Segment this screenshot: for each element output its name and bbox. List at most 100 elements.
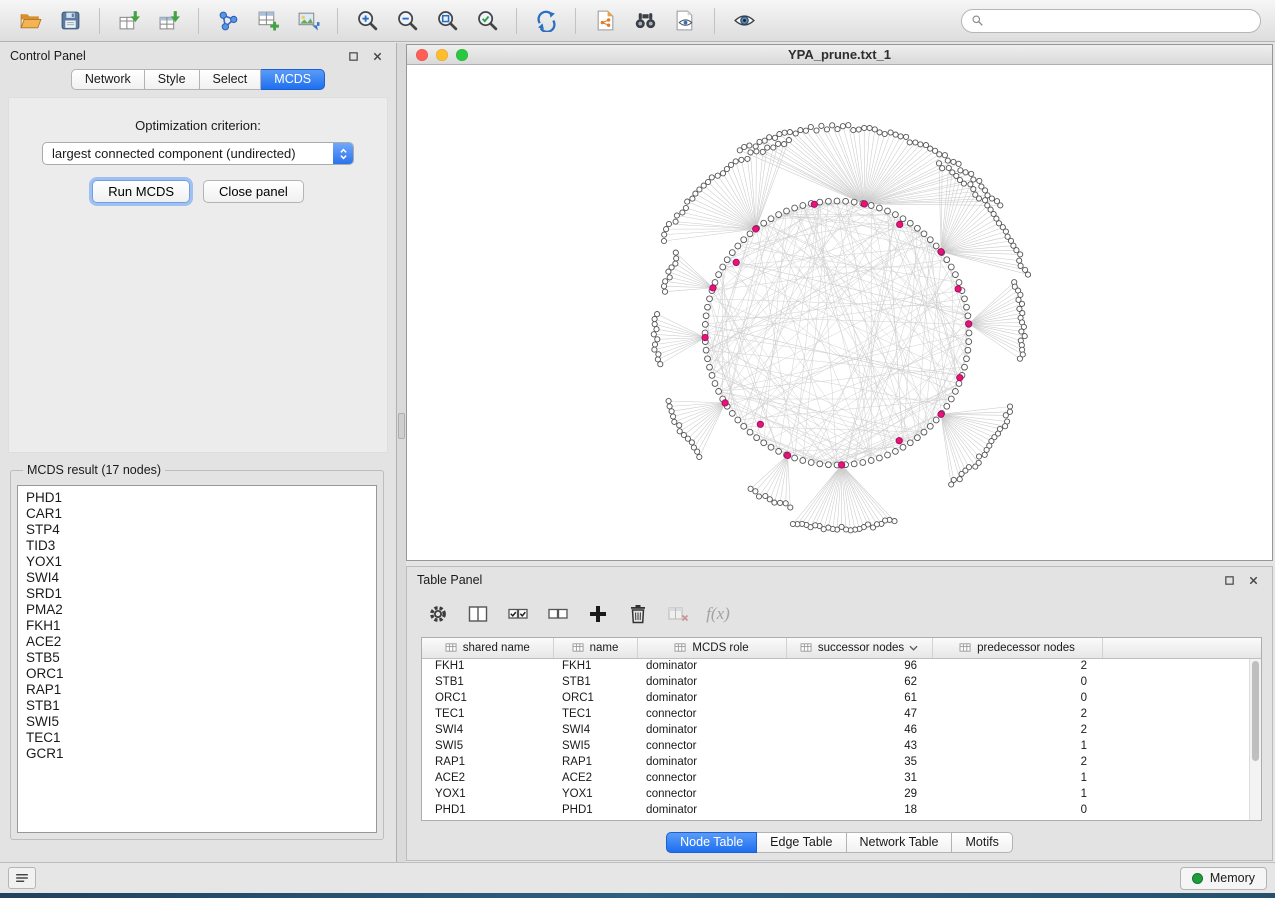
cell-name[interactable]: SWI4 [553, 722, 637, 738]
cell-mcds-role[interactable]: connector [637, 738, 786, 754]
column-selector-icon[interactable] [463, 600, 493, 628]
mcds-node-item[interactable]: STB1 [26, 698, 376, 714]
memory-button[interactable]: Memory [1180, 867, 1267, 890]
cell-shared-name[interactable]: YOX1 [422, 786, 553, 802]
mcds-node-item[interactable]: FKH1 [26, 618, 376, 634]
cell-name[interactable]: ACE2 [553, 770, 637, 786]
cell-successor-nodes[interactable]: 47 [786, 706, 932, 722]
open-session-icon[interactable] [10, 5, 50, 37]
cell-predecessor-nodes[interactable]: 2 [932, 658, 1102, 674]
cell-shared-name[interactable]: ACE2 [422, 770, 553, 786]
tab-network-table[interactable]: Network Table [847, 832, 953, 853]
tab-node-table[interactable]: Node Table [666, 832, 757, 853]
mcds-node-item[interactable]: SWI4 [26, 570, 376, 586]
cell-predecessor-nodes[interactable]: 1 [932, 770, 1102, 786]
tab-select[interactable]: Select [200, 69, 262, 90]
tab-mcds[interactable]: MCDS [261, 69, 325, 90]
cell-mcds-role[interactable]: dominator [637, 802, 786, 818]
close-window-button[interactable] [416, 49, 428, 61]
column-header-successor-nodes[interactable]: successor nodes [786, 638, 932, 658]
mcds-node-item[interactable]: TEC1 [26, 730, 376, 746]
mcds-node-item[interactable]: PMA2 [26, 602, 376, 618]
cell-shared-name[interactable]: TEC1 [422, 706, 553, 722]
cell-predecessor-nodes[interactable]: 1 [932, 738, 1102, 754]
network-graph[interactable] [407, 65, 1272, 560]
import-network-file-icon[interactable] [109, 5, 149, 37]
cell-mcds-role[interactable]: connector [637, 770, 786, 786]
column-header-name[interactable]: name [553, 638, 637, 658]
cell-predecessor-nodes[interactable]: 2 [932, 722, 1102, 738]
cell-shared-name[interactable]: SWI4 [422, 722, 553, 738]
cell-mcds-role[interactable]: dominator [637, 674, 786, 690]
cell-successor-nodes[interactable]: 31 [786, 770, 932, 786]
table-row[interactable]: RAP1RAP1dominator352 [422, 754, 1261, 770]
table-row[interactable]: YOX1YOX1connector291 [422, 786, 1261, 802]
delete-row-icon[interactable] [623, 600, 653, 628]
splitter-handle[interactable] [398, 413, 405, 439]
network-canvas[interactable] [407, 65, 1272, 560]
cell-successor-nodes[interactable]: 43 [786, 738, 932, 754]
toggle-graphics-icon[interactable] [724, 5, 764, 37]
cell-name[interactable]: TEC1 [553, 706, 637, 722]
cell-name[interactable]: PHD1 [553, 802, 637, 818]
cell-successor-nodes[interactable]: 35 [786, 754, 932, 770]
table-row[interactable]: TEC1TEC1connector472 [422, 706, 1261, 722]
deselect-all-icon[interactable] [543, 600, 573, 628]
cell-shared-name[interactable]: STB1 [422, 674, 553, 690]
mcds-node-item[interactable]: TID3 [26, 538, 376, 554]
cell-name[interactable]: STB1 [553, 674, 637, 690]
zoom-out-icon[interactable] [387, 5, 427, 37]
cell-name[interactable]: ORC1 [553, 690, 637, 706]
cell-mcds-role[interactable]: dominator [637, 754, 786, 770]
search-input[interactable] [990, 14, 1251, 28]
cell-name[interactable]: YOX1 [553, 786, 637, 802]
column-header-shared-name[interactable]: shared name [422, 638, 553, 658]
run-mcds-button[interactable]: Run MCDS [92, 180, 190, 203]
close-panel-button[interactable]: Close panel [203, 180, 304, 203]
new-network-icon[interactable] [208, 5, 248, 37]
tab-edge-table[interactable]: Edge Table [757, 832, 846, 853]
mcds-node-item[interactable]: SRD1 [26, 586, 376, 602]
cell-successor-nodes[interactable]: 18 [786, 802, 932, 818]
cell-shared-name[interactable]: PHD1 [422, 802, 553, 818]
cell-successor-nodes[interactable]: 96 [786, 658, 932, 674]
cell-successor-nodes[interactable]: 46 [786, 722, 932, 738]
show-graphics-details-icon[interactable] [665, 5, 705, 37]
mcds-node-item[interactable]: YOX1 [26, 554, 376, 570]
float-panel-icon[interactable] [345, 48, 362, 65]
tab-network[interactable]: Network [71, 69, 145, 90]
cell-name[interactable]: FKH1 [553, 658, 637, 674]
close-table-panel-icon[interactable] [1245, 572, 1262, 589]
mcds-node-item[interactable]: ACE2 [26, 634, 376, 650]
table-row[interactable]: ACE2ACE2connector311 [422, 770, 1261, 786]
find-icon[interactable] [625, 5, 665, 37]
zoom-in-icon[interactable] [347, 5, 387, 37]
add-row-icon[interactable] [583, 600, 613, 628]
share-document-icon[interactable] [585, 5, 625, 37]
cell-shared-name[interactable]: ORC1 [422, 690, 553, 706]
cell-successor-nodes[interactable]: 29 [786, 786, 932, 802]
apply-layout-icon[interactable] [526, 5, 566, 37]
mcds-node-item[interactable]: SWI5 [26, 714, 376, 730]
table-row[interactable]: FKH1FKH1dominator962 [422, 658, 1261, 674]
table-scrollbar[interactable] [1249, 659, 1261, 820]
cell-shared-name[interactable]: RAP1 [422, 754, 553, 770]
zoom-window-button[interactable] [456, 49, 468, 61]
cell-name[interactable]: SWI5 [553, 738, 637, 754]
mcds-node-item[interactable]: STB5 [26, 650, 376, 666]
cell-predecessor-nodes[interactable]: 1 [932, 786, 1102, 802]
column-header-predecessor-nodes[interactable]: predecessor nodes [932, 638, 1102, 658]
cell-name[interactable]: RAP1 [553, 754, 637, 770]
select-all-icon[interactable] [503, 600, 533, 628]
cell-predecessor-nodes[interactable]: 2 [932, 706, 1102, 722]
float-table-panel-icon[interactable] [1221, 572, 1238, 589]
panel-splitter[interactable] [397, 43, 406, 862]
settings-icon[interactable] [423, 600, 453, 628]
cell-mcds-role[interactable]: connector [637, 706, 786, 722]
mcds-node-item[interactable]: GCR1 [26, 746, 376, 762]
close-panel-icon[interactable] [369, 48, 386, 65]
tab-style[interactable]: Style [145, 69, 200, 90]
cell-predecessor-nodes[interactable]: 0 [932, 802, 1102, 818]
save-session-icon[interactable] [50, 5, 90, 37]
scrollbar-thumb[interactable] [1252, 661, 1259, 761]
